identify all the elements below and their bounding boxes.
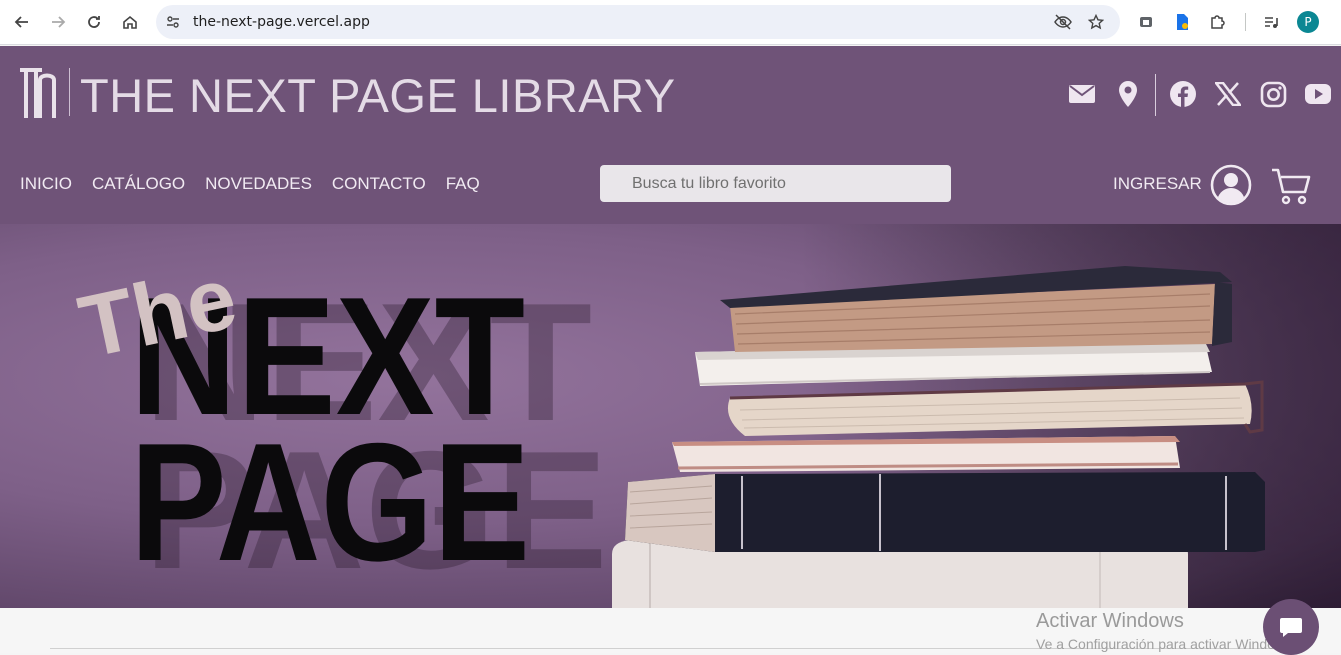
extension-icon[interactable] [1135, 11, 1157, 33]
youtube-icon[interactable] [1304, 80, 1332, 108]
hero-illustration: NEXT NEXT PAGE PAGE The [71, 224, 1341, 608]
instagram-icon[interactable] [1259, 80, 1287, 108]
home-icon[interactable] [117, 9, 143, 35]
windows-activation-title: Activar Windows [1036, 610, 1184, 632]
chat-icon [1280, 618, 1302, 637]
facebook-icon[interactable] [1169, 80, 1197, 108]
user-icon[interactable] [1210, 164, 1252, 206]
menu-item-contacto[interactable]: CONTACTO [332, 174, 426, 194]
media-icon[interactable] [1260, 11, 1282, 33]
menu-item-faq[interactable]: FAQ [446, 174, 480, 194]
location-icon[interactable] [1114, 80, 1142, 108]
toolbar-divider [1245, 13, 1246, 31]
back-icon[interactable] [9, 9, 35, 35]
cart-icon[interactable] [1270, 166, 1312, 206]
windows-activation-subtitle: Ve a Configuración para activar Windows. [1036, 636, 1296, 652]
logo-icon[interactable] [18, 66, 58, 120]
hero-logo-text: NEXT NEXT PAGE PAGE The [71, 247, 608, 604]
hero-page-text: PAGE [130, 408, 530, 596]
profile-avatar[interactable]: P [1297, 11, 1319, 33]
menu-item-novedades[interactable]: NOVEDADES [205, 174, 312, 194]
url-text[interactable]: the-next-page.vercel.app [193, 14, 370, 30]
x-icon[interactable] [1214, 80, 1242, 108]
eye-off-icon[interactable] [1053, 12, 1073, 32]
extension-icon[interactable] [1171, 11, 1193, 33]
site-info-icon[interactable] [163, 12, 183, 32]
menu-item-catalogo[interactable]: CATÁLOGO [92, 174, 185, 194]
search-input[interactable] [600, 165, 951, 202]
hero-banner: NEXT NEXT PAGE PAGE The [0, 224, 1341, 608]
star-icon[interactable] [1086, 12, 1106, 32]
social-divider [1155, 74, 1156, 116]
puzzle-icon[interactable] [1207, 11, 1229, 33]
address-bar[interactable]: the-next-page.vercel.app [156, 5, 1120, 39]
browser-toolbar: the-next-page.vercel.app P [0, 0, 1341, 45]
forward-icon[interactable] [45, 9, 71, 35]
logo-divider [69, 68, 70, 116]
reload-icon[interactable] [81, 9, 107, 35]
menu-item-inicio[interactable]: INICIO [20, 174, 72, 194]
brand-title[interactable]: THE NEXT PAGE LIBRARY [80, 68, 676, 123]
chat-button[interactable] [1263, 599, 1319, 655]
mail-icon[interactable] [1068, 80, 1096, 108]
main-menu: INICIO CATÁLOGO NOVEDADES CONTACTO FAQ [20, 174, 500, 194]
login-link[interactable]: INGRESAR [1113, 174, 1202, 194]
site-header: THE NEXT PAGE LIBRARY INICIO CATÁLOGO NO… [0, 46, 1341, 224]
